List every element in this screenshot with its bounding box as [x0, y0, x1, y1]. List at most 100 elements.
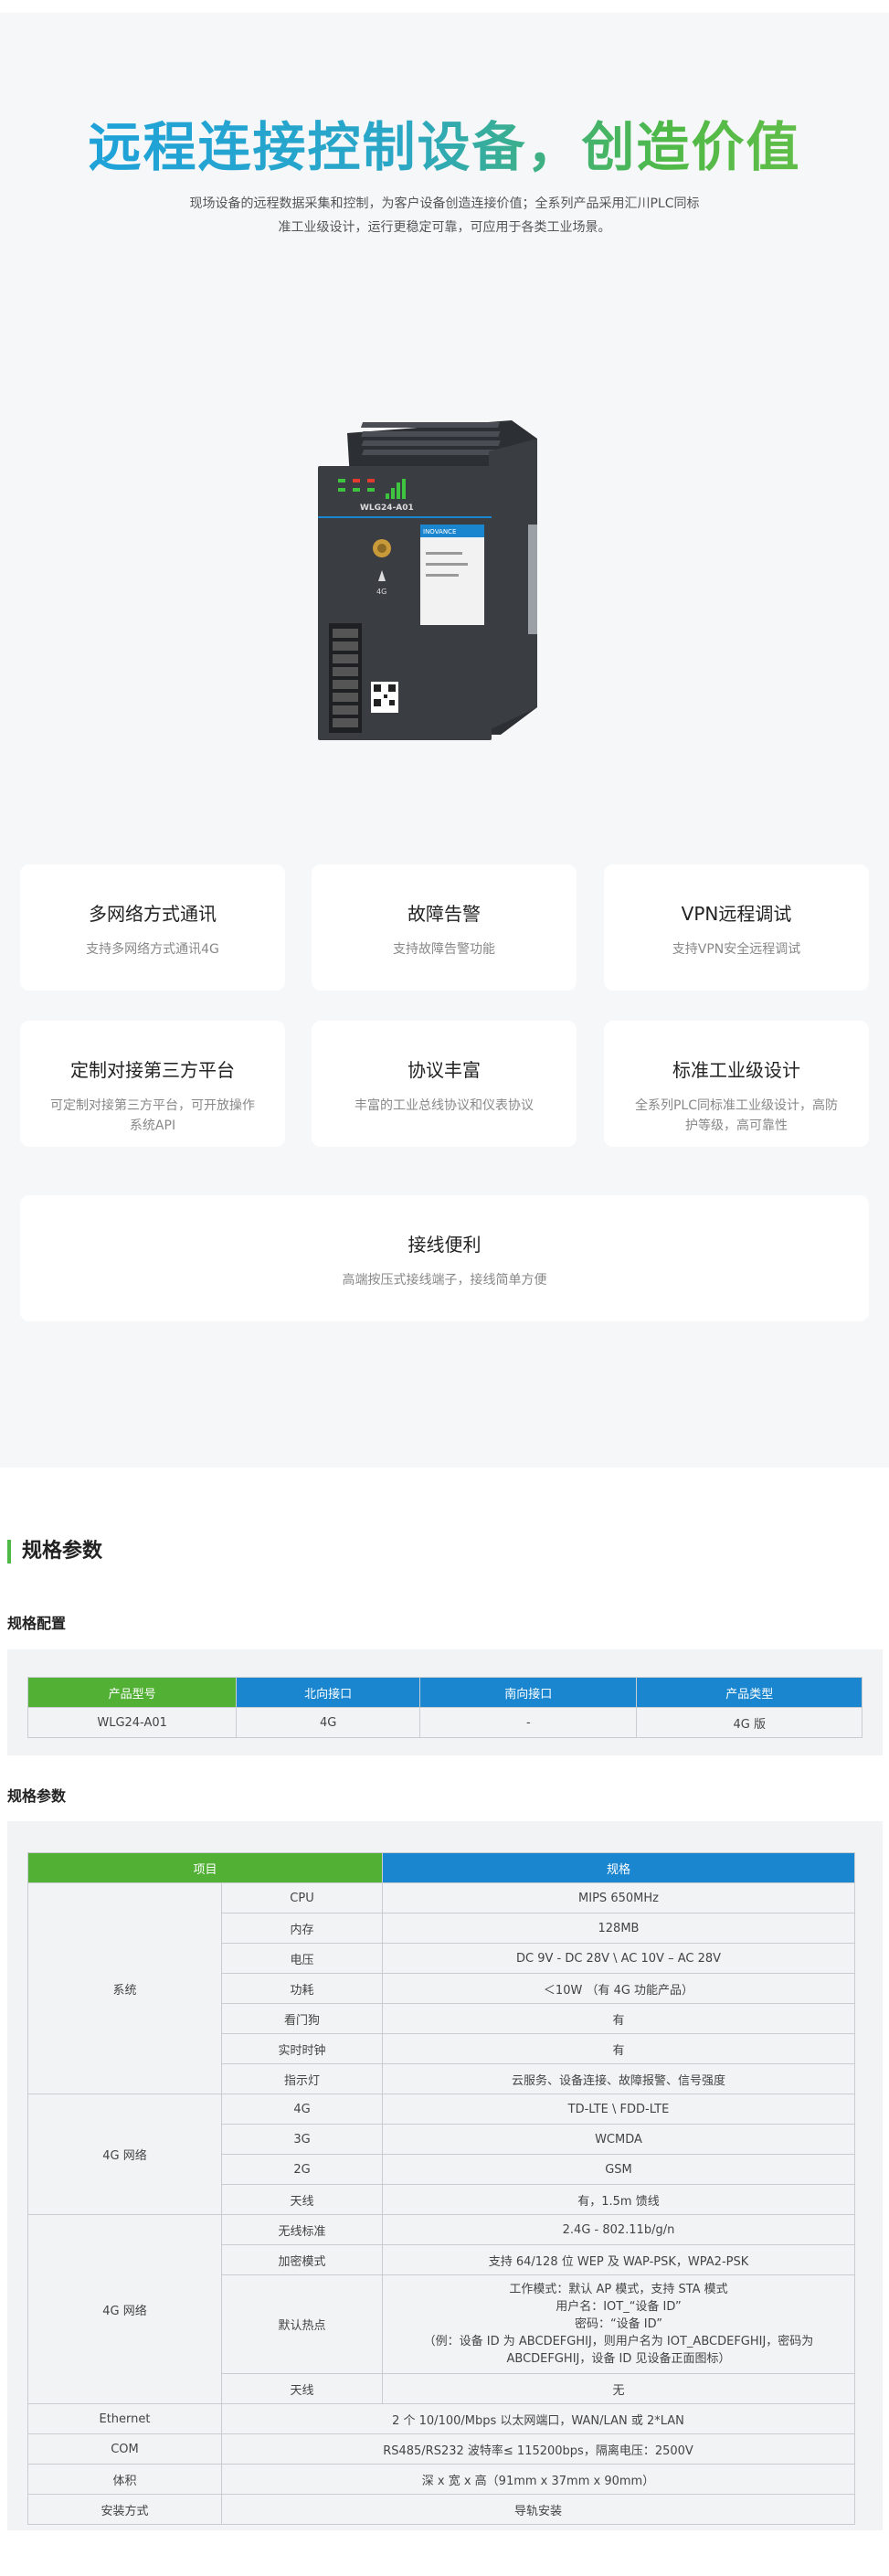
feature-desc: 支持故障告警功能 — [393, 942, 495, 957]
feature-title: 多网络方式通讯 — [89, 903, 217, 925]
hotspot-line: 密码：“设备 ID” — [574, 2317, 663, 2331]
device-brand-text: INOVANCE — [423, 528, 456, 535]
table-row: 安装方式 导轨安装 — [27, 2494, 855, 2525]
value-cell: 支持 64/128 位 WEP 及 WAP-PSK，WPA2-PSK — [382, 2244, 855, 2275]
item-cell: 实时时钟 — [221, 2033, 383, 2064]
param-title: 规格参数 — [7, 1787, 67, 1805]
hotspot-line: 工作模式：默认 AP 模式，支持 STA 模式 — [509, 2283, 728, 2296]
device-4g-text: 4G — [376, 588, 386, 596]
device-image: WLG24-A01 4G INOVANCE — [318, 420, 537, 740]
feature-card: 多网络方式通讯 支持多网络方式通讯4G — [20, 864, 285, 991]
value-cell: WCMDA — [382, 2124, 855, 2155]
item-cell: 内存 — [221, 1913, 383, 1944]
device-model-text: WLG24-A01 — [360, 504, 414, 513]
config-header: 产品类型 — [636, 1677, 863, 1708]
feature-desc: 支持VPN安全远程调试 — [672, 942, 801, 957]
spec-header: 项目 — [27, 1852, 383, 1883]
value-cell: 有，1.5m 馈线 — [382, 2184, 855, 2215]
value-cell: GSM — [382, 2154, 855, 2185]
table-row: 4G 网络 4G TD-LTE \ FDD-LTE — [27, 2094, 855, 2215]
table-row: Ethernet 2 个 10/100/Mbps 以太网端口，WAN/LAN 或… — [27, 2403, 855, 2434]
config-table: 产品型号 北向接口 南向接口 产品类型 WLG24-A01 4G - 4G 版 — [26, 1677, 863, 1738]
config-cell: WLG24-A01 — [26, 1707, 238, 1738]
value-cell: TD-LTE \ FDD-LTE — [382, 2094, 855, 2125]
group-cell: 安装方式 — [27, 2494, 222, 2525]
value-cell: 有 — [382, 2033, 855, 2064]
spec-section-title: 规格参数 — [7, 1540, 102, 1564]
config-cell: 4G 版 — [636, 1707, 863, 1738]
value-cell: MIPS 650MHz — [382, 1882, 855, 1913]
hero-subtitle-line1: 现场设备的远程数据采集和控制，为客户设备创造连接价值；全系列产品采用汇川PLC同… — [189, 196, 700, 211]
feature-title: 标准工业级设计 — [672, 1059, 800, 1081]
item-cell: CPU — [221, 1882, 383, 1913]
feature-card: 接线便利 高端按压式接线端子，接线简单方便 — [20, 1195, 869, 1321]
config-header: 北向接口 — [236, 1677, 421, 1708]
feature-card: 定制对接第三方平台 可定制对接第三方平台，可开放操作系统API — [20, 1021, 285, 1147]
config-title: 规格配置 — [7, 1615, 67, 1632]
spec-header: 规格 — [382, 1852, 855, 1883]
item-cell: 功耗 — [221, 1973, 383, 2004]
value-cell: 2 个 10/100/Mbps 以太网端口，WAN/LAN 或 2*LAN — [221, 2403, 855, 2434]
item-cell: 4G — [221, 2094, 383, 2125]
param-panel: 项目 规格 系统 CPU MIPS 650MHz 内存 128MB 电压 DC … — [7, 1821, 883, 2530]
group-cell: 系统 — [27, 1882, 222, 2094]
value-cell: 有 — [382, 2003, 855, 2034]
item-cell: 天线 — [221, 2373, 383, 2404]
value-cell: 导轨安装 — [221, 2494, 855, 2525]
value-cell: RS485/RS232 波特率≤ 115200bps，隔离电压：2500V — [221, 2433, 855, 2465]
feature-card: 协议丰富 丰富的工业总线协议和仪表协议 — [312, 1021, 577, 1147]
value-cell: DC 9V - DC 28V \ AC 10V – AC 28V — [382, 1943, 855, 1974]
config-header: 产品型号 — [26, 1677, 238, 1708]
feature-card: VPN远程调试 支持VPN安全远程调试 — [604, 864, 869, 991]
value-cell: ＜10W （有 4G 功能产品） — [382, 1973, 855, 2004]
table-row: 体积 深 x 宽 x 高（91mm x 37mm x 90mm） — [27, 2464, 855, 2495]
feature-title: 定制对接第三方平台 — [70, 1059, 235, 1081]
feature-title: 接线便利 — [407, 1234, 482, 1256]
item-cell: 看门狗 — [221, 2003, 383, 2034]
table-row: 4G 网络 无线标准 2.4G - 802.11b/g/n — [27, 2214, 855, 2404]
feature-desc: 高端按压式接线端子，接线简单方便 — [342, 1273, 547, 1288]
hotspot-line: ABCDEFGHIJ，设备 ID 见设备正面图标） — [506, 2352, 731, 2366]
hotspot-line: 用户名：IOT_“设备 ID” — [556, 2300, 682, 2314]
item-cell: 加密模式 — [221, 2244, 383, 2275]
feature-desc: 可定制对接第三方平台，可开放操作系统API — [50, 1098, 255, 1133]
config-panel: 产品型号 北向接口 南向接口 产品类型 WLG24-A01 4G - 4G 版 — [7, 1649, 883, 1755]
hero-subtitle-line2: 准工业级设计，运行更稳定可靠，可应用于各类工业场景。 — [278, 220, 611, 235]
config-header: 南向接口 — [419, 1677, 638, 1708]
value-cell: 工作模式：默认 AP 模式，支持 STA 模式 用户名：IOT_“设备 ID” … — [382, 2274, 855, 2374]
item-cell: 2G — [221, 2154, 383, 2185]
config-cell: 4G — [236, 1707, 421, 1738]
feature-card: 标准工业级设计 全系列PLC同标准工业级设计，高防护等级，高可靠性 — [604, 1021, 869, 1147]
value-cell: 无 — [382, 2373, 855, 2404]
value-cell: 2.4G - 802.11b/g/n — [382, 2214, 855, 2245]
hotspot-line: （例：设备 ID 为 ABCDEFGHIJ，则用户名为 IOT_ABCDEFGH… — [423, 2335, 814, 2348]
group-cell: Ethernet — [27, 2403, 222, 2434]
table-row: WLG24-A01 4G - 4G 版 — [26, 1707, 863, 1738]
item-cell: 默认热点 — [221, 2274, 383, 2374]
spec-table: 项目 规格 系统 CPU MIPS 650MHz 内存 128MB 电压 DC … — [27, 1852, 855, 2525]
item-cell: 无线标准 — [221, 2214, 383, 2245]
feature-title: 故障告警 — [407, 903, 481, 925]
feature-desc: 全系列PLC同标准工业级设计，高防护等级，高可靠性 — [634, 1098, 839, 1133]
group-cell: 4G 网络 — [27, 2214, 222, 2404]
feature-title: 协议丰富 — [407, 1059, 481, 1081]
item-cell: 3G — [221, 2124, 383, 2155]
feature-desc: 丰富的工业总线协议和仪表协议 — [355, 1098, 534, 1113]
hero-section: 远程连接控制设备，创造价值 现场设备的远程数据采集和控制，为客户设备创造连接价值… — [0, 13, 889, 1468]
item-cell: 天线 — [221, 2184, 383, 2215]
feature-title: VPN远程调试 — [681, 903, 792, 925]
value-cell: 深 x 宽 x 高（91mm x 37mm x 90mm） — [221, 2464, 855, 2495]
config-cell: - — [419, 1707, 638, 1738]
group-cell: COM — [27, 2433, 222, 2465]
item-cell: 电压 — [221, 1943, 383, 1974]
feature-desc: 支持多网络方式通讯4G — [86, 942, 219, 957]
value-cell: 128MB — [382, 1913, 855, 1944]
hero-title: 远程连接控制设备，创造价值 — [0, 104, 889, 181]
feature-card: 故障告警 支持故障告警功能 — [312, 864, 577, 991]
item-cell: 指示灯 — [221, 2063, 383, 2094]
group-cell: 4G 网络 — [27, 2094, 222, 2215]
page: 远程连接控制设备，创造价值 现场设备的远程数据采集和控制，为客户设备创造连接价值… — [0, 0, 889, 2576]
value-cell: 云服务、设备连接、故障报警、信号强度 — [382, 2063, 855, 2094]
group-cell: 体积 — [27, 2464, 222, 2495]
table-row: COM RS485/RS232 波特率≤ 115200bps，隔离电压：2500… — [27, 2433, 855, 2465]
